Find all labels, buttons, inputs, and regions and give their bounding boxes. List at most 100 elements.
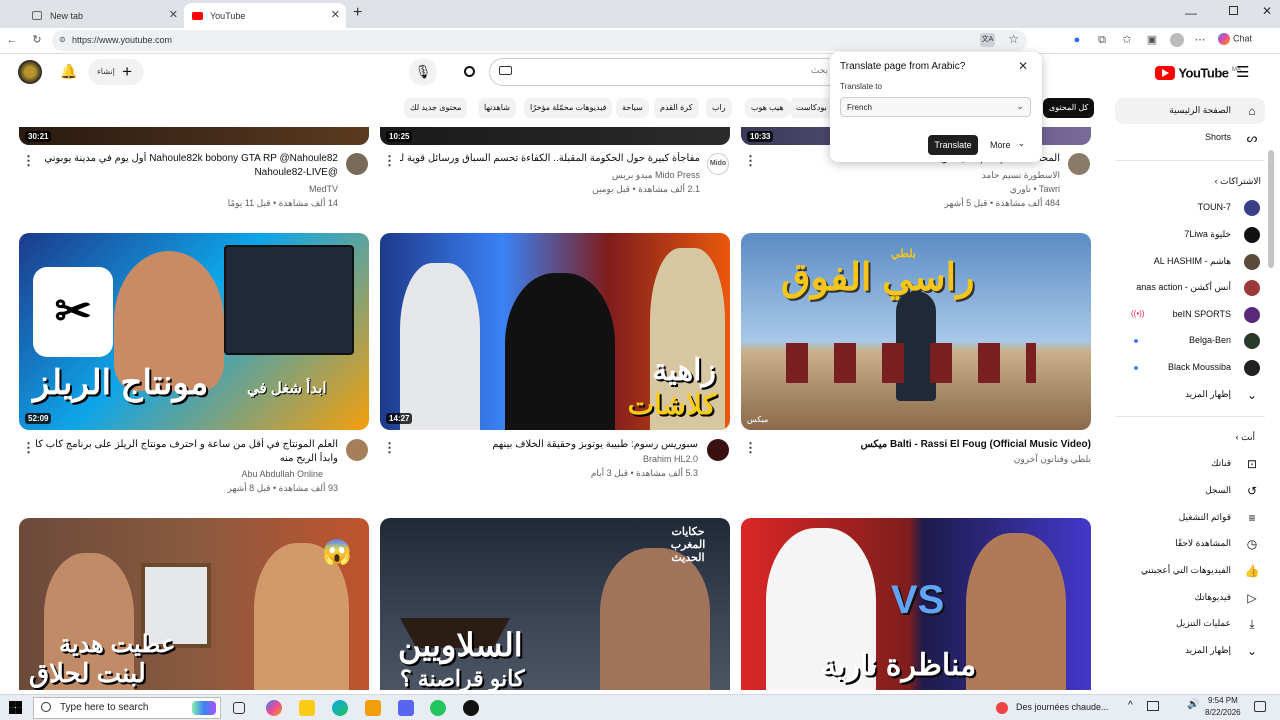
keyboard-icon[interactable] <box>499 66 512 75</box>
more-button[interactable]: More ⌄ <box>983 135 1031 155</box>
whatsapp-icon[interactable] <box>430 700 446 716</box>
channel-name[interactable]: Abu Abdullah Online <box>36 469 323 479</box>
sidebar-item-watch-later[interactable]: المشاهدة لاحقًا ◷ <box>1115 531 1265 557</box>
video-title-line2[interactable]: وابدأ الربح منه <box>36 452 338 466</box>
edge-browser-icon[interactable] <box>332 700 348 716</box>
windows-start-icon[interactable] <box>9 701 22 714</box>
sidebar-item-your-channel[interactable]: قناتك ⊡ <box>1115 451 1265 477</box>
chip-recently-uploaded[interactable]: فيديوهات محمّلة مؤخرًا <box>524 98 613 118</box>
sidebar-subscription[interactable]: هاشم - AL HASHIM <box>1115 249 1265 275</box>
sidebar-subscription[interactable]: 7-TOUN <box>1115 195 1265 221</box>
channel-avatar[interactable] <box>707 439 729 461</box>
minimize-button[interactable]: — <box>1185 6 1197 20</box>
chip-rap[interactable]: راب <box>706 98 732 118</box>
chip-watched[interactable]: شاهدتها <box>478 98 516 118</box>
notifications-icon[interactable] <box>1254 701 1266 712</box>
scrollbar[interactable] <box>1268 150 1274 268</box>
video-thumbnail[interactable]: حكايات المغرب الحديث السلاويين كانو قراص… <box>380 518 730 690</box>
network-icon[interactable] <box>1147 701 1159 711</box>
back-icon[interactable]: ← <box>5 33 19 47</box>
task-view-icon[interactable] <box>233 702 245 714</box>
copilot-icon[interactable] <box>266 700 282 716</box>
video-thumbnail[interactable]: 😱 عطيت هدية لبنت لحلاق <box>19 518 369 690</box>
video-thumbnail[interactable]: 10:25 <box>380 127 730 145</box>
channel-name[interactable]: Mido Press ميدو بريس <box>400 170 700 181</box>
sidebar-subscription[interactable]: Black Moussiba <box>1115 355 1265 381</box>
restore-button[interactable] <box>1229 6 1238 15</box>
chip-all[interactable]: كل المحتوى <box>1043 98 1095 118</box>
sidebar-subscription[interactable]: خليوة 7Liwa <box>1115 222 1265 248</box>
search-input[interactable]: بحث <box>489 58 879 86</box>
video-thumbnail[interactable]: زاهية كلاشات 14:27 <box>380 233 730 430</box>
channel-name-secondary[interactable]: Tawri • تاوري <box>760 184 1060 195</box>
sidebar-item-playlists[interactable]: قوائم التشغيل ≡ <box>1115 505 1265 531</box>
taskbar-search-input[interactable]: Type here to search <box>33 697 221 719</box>
video-title-line2[interactable]: @Nahoule82-LIVE <box>38 166 338 180</box>
chip-hiphop[interactable]: هيب هوب <box>745 98 790 118</box>
channel-name[interactable]: Brahim HL2.0 <box>398 454 698 464</box>
channel-name[interactable]: الاسطورة نسيم حامد <box>760 170 1060 181</box>
app-icon[interactable] <box>463 700 479 716</box>
video-thumbnail[interactable]: VS مناظرة نارية <box>741 518 1091 690</box>
sidebar-show-more[interactable]: إظهار المزيد ⌄ <box>1115 382 1265 408</box>
volume-icon[interactable]: 🔊 <box>1187 699 1199 710</box>
more-options-icon[interactable]: ⋮ <box>22 153 35 169</box>
hamburger-menu-icon[interactable]: ☰ <box>1236 63 1249 81</box>
weather-text[interactable]: Des journées chaude... <box>1016 702 1109 712</box>
more-options-icon[interactable]: ⋮ <box>22 440 35 456</box>
favorites-icon[interactable]: ✩ <box>1120 33 1134 47</box>
channel-avatar[interactable] <box>1068 153 1090 175</box>
collections-icon[interactable]: ▣ <box>1145 33 1159 47</box>
clock-date[interactable]: 8/22/2026 <box>1205 708 1241 717</box>
extension-icon[interactable]: ● <box>1070 33 1084 47</box>
sidebar-subscription[interactable]: أنس أكشن - anas action <box>1115 275 1265 301</box>
sidebar-item-show-more[interactable]: إظهار المزيد ⌄ <box>1115 638 1265 664</box>
user-avatar[interactable] <box>18 60 42 84</box>
chip-football[interactable]: كرة القدم <box>654 98 699 118</box>
channel-avatar[interactable]: Mido <box>707 153 729 175</box>
reload-icon[interactable]: ↻ <box>30 33 44 47</box>
translate-button[interactable]: Translate <box>928 135 978 155</box>
sidebar-subscription[interactable]: Belga-Ben <box>1115 328 1265 354</box>
close-tab-icon[interactable]: ✕ <box>331 8 340 21</box>
chip-new-for-you[interactable]: محتوى جديد لك <box>404 98 468 118</box>
profile-avatar[interactable] <box>1170 33 1184 47</box>
channel-avatar[interactable] <box>346 153 368 175</box>
close-window-button[interactable]: ✕ <box>1262 4 1272 18</box>
star-icon[interactable]: ☆ <box>1008 32 1019 46</box>
channel-name[interactable]: بلطي وفنانون آخرون <box>760 454 1091 465</box>
tab-youtube[interactable]: YouTube ✕ <box>184 3 346 28</box>
sidebar-item-shorts[interactable]: Shorts ᔕ <box>1115 125 1265 151</box>
app-icon[interactable] <box>365 700 381 716</box>
more-options-icon[interactable]: ⋮ <box>383 153 396 169</box>
translate-icon[interactable]: 文A <box>980 33 995 47</box>
channel-name[interactable]: MedTV <box>38 184 338 194</box>
subscriptions-header[interactable]: الاشتراكات › <box>1187 176 1261 187</box>
you-header[interactable]: أنت › <box>1215 432 1255 443</box>
language-select[interactable]: French ⌄ <box>840 97 1031 117</box>
tab-new-tab[interactable]: New tab ✕ <box>24 3 184 28</box>
menu-dots-icon[interactable]: ⋯ <box>1193 33 1207 47</box>
sidebar-item-history[interactable]: السجل ↺ <box>1115 478 1265 504</box>
video-title[interactable]: مفاجأة كبيرة حول الحكومة المقبلة.. الكفا… <box>400 152 700 166</box>
chat-button[interactable]: Chat <box>1218 33 1252 45</box>
video-title[interactable]: سبوريس رسوم: طبيبة يوتوبز وحقيقة الخلاف … <box>398 438 698 452</box>
video-title[interactable]: Nahoule82k bobony GTA RP @Nahoule82 أول … <box>38 152 338 166</box>
video-thumbnail[interactable]: 30:21 <box>19 127 369 145</box>
create-button[interactable]: إنشاء + <box>88 59 144 85</box>
chip-tourism[interactable]: سياحة <box>616 98 649 118</box>
site-info-icon[interactable]: ⊜ <box>59 35 66 44</box>
close-icon[interactable]: ✕ <box>1018 59 1028 73</box>
more-options-icon[interactable]: ⋮ <box>744 153 757 169</box>
sidebar-item-liked-videos[interactable]: الفيديوهات التي أعجبتني 👍 <box>1115 558 1265 584</box>
close-tab-icon[interactable]: ✕ <box>169 8 178 21</box>
video-title[interactable]: Balti - Rassi El Foug (Official Music Vi… <box>760 438 1091 452</box>
more-options-icon[interactable]: ⋮ <box>744 440 757 456</box>
video-thumbnail[interactable]: ✂ مونتاج الريلز ابدأ شغل في 52:09 <box>19 233 369 430</box>
sidebar-item-home[interactable]: الصفحة الرئيسية ⌂ <box>1115 98 1265 124</box>
search-button[interactable] <box>455 58 483 86</box>
discord-icon[interactable] <box>398 700 414 716</box>
channel-avatar[interactable] <box>346 439 368 461</box>
sidebar-subscription[interactable]: beIN SPORTS ((•)) <box>1115 302 1265 328</box>
extensions-icon[interactable]: ⧉ <box>1095 33 1109 47</box>
